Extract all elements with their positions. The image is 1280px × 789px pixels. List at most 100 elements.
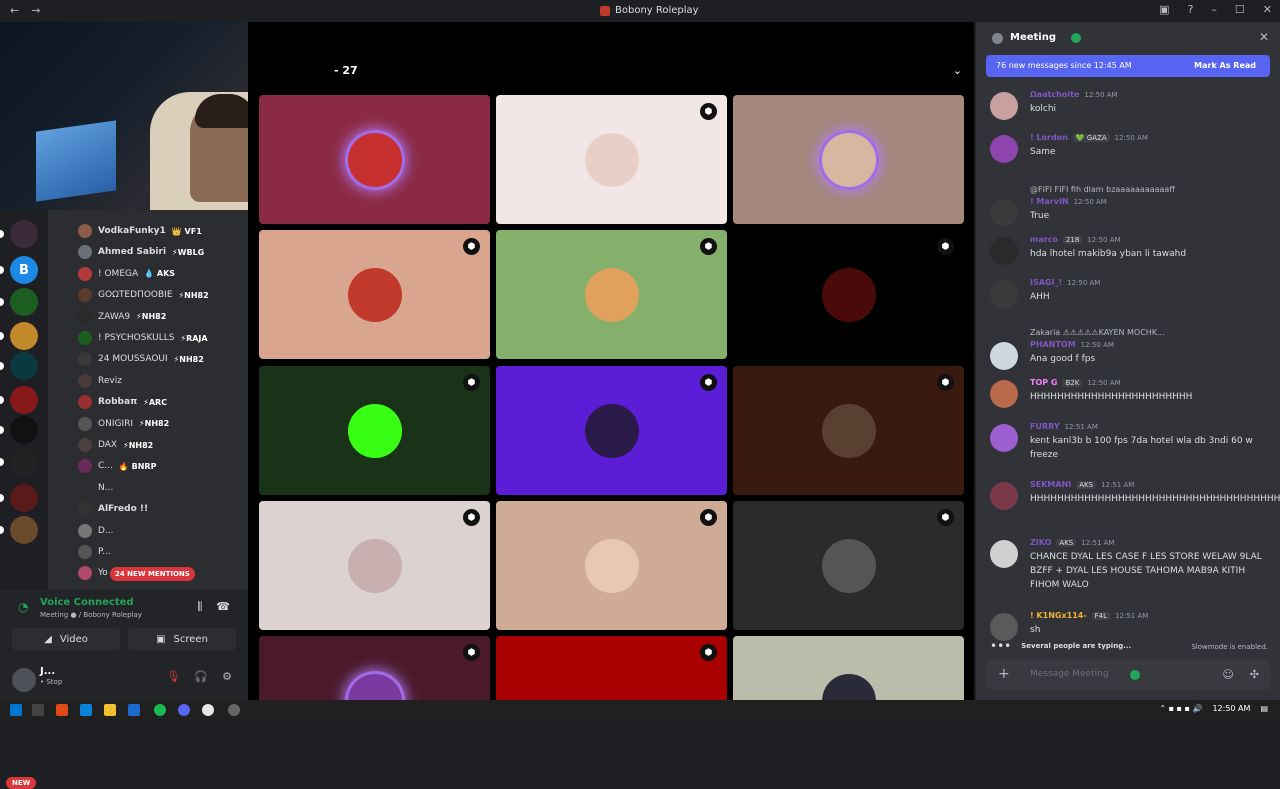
participant-tile[interactable]: ⬢ <box>733 501 964 630</box>
emoji-icon[interactable]: ☺ <box>1222 668 1233 681</box>
message-author[interactable]: SEKMANI <box>1030 480 1071 489</box>
spotify-icon[interactable] <box>154 704 166 716</box>
member-item[interactable]: P... <box>78 543 117 561</box>
tray-icons[interactable]: ⌃ ▪ ▪ ▪ 🔊 <box>1159 704 1202 713</box>
member-item[interactable]: VodkaFunky1 👑 VF1 <box>78 222 202 240</box>
participant-tile[interactable]: ⬢ <box>496 95 727 224</box>
message-author[interactable]: ! MarvIN <box>1030 197 1069 206</box>
voice-status[interactable]: Voice Connected <box>40 597 134 608</box>
participant-tile[interactable]: ⬢ <box>496 230 727 359</box>
reply-preview[interactable]: @FIFI FIFI fih dlam bzaaaaaaaaaaaff <box>1030 185 1175 194</box>
avatar[interactable] <box>12 668 36 692</box>
edge-icon[interactable] <box>80 704 92 716</box>
server-icon[interactable] <box>10 322 38 350</box>
message-author[interactable]: marco <box>1030 235 1058 244</box>
participant-tile[interactable]: ⬢ <box>259 366 490 495</box>
member-item[interactable]: ! PSYCHOSKULLS ⚡RAJA <box>78 329 208 347</box>
clock[interactable]: 12:50 AM <box>1212 704 1250 713</box>
avatar[interactable] <box>990 342 1018 370</box>
new-pill[interactable]: NEW <box>6 777 37 789</box>
member-item[interactable]: Ahmed Sabiri ⚡WBLG <box>78 243 204 261</box>
message-input[interactable]: Message Meeting <box>1030 669 1109 679</box>
plus-icon[interactable]: + <box>998 666 1010 682</box>
screen-button[interactable]: ▣ Screen <box>128 628 236 650</box>
avatar[interactable] <box>990 540 1018 568</box>
avatar[interactable] <box>990 613 1018 641</box>
member-item[interactable]: AlFredo !! <box>78 500 154 518</box>
message-author[interactable]: TOP G <box>1030 378 1057 387</box>
participant-tile[interactable]: ⬢ <box>496 366 727 495</box>
avatar[interactable] <box>990 380 1018 408</box>
member-item[interactable]: D... <box>78 522 120 540</box>
mic-muted-icon[interactable]: 🎙 <box>166 670 180 683</box>
participant-tile[interactable] <box>733 636 964 700</box>
disconnect-icon[interactable]: ☎ <box>216 600 230 614</box>
minimize-button[interactable]: – <box>1211 3 1217 16</box>
participant-tile[interactable] <box>733 95 964 224</box>
participant-tile[interactable]: ⬢ <box>733 366 964 495</box>
message-composer[interactable]: + Message Meeting ☺ ✣ <box>986 660 1271 690</box>
forward-arrow-icon[interactable]: → <box>31 4 40 17</box>
server-icon[interactable] <box>10 516 38 544</box>
member-item[interactable]: N... <box>78 479 119 497</box>
server-icon[interactable] <box>10 448 38 476</box>
avatar[interactable] <box>990 199 1018 227</box>
start-icon[interactable] <box>10 704 22 716</box>
maximize-button[interactable]: ☐ <box>1235 3 1245 16</box>
avatar[interactable] <box>990 237 1018 265</box>
discord-icon[interactable] <box>178 704 190 716</box>
member-item[interactable]: Robbaπ ⚡ARC <box>78 393 167 411</box>
close-icon[interactable]: ✕ <box>1259 30 1269 44</box>
participant-tile[interactable]: ⬢ <box>259 230 490 359</box>
message-author[interactable]: PHANTOM <box>1030 340 1076 349</box>
participant-tile[interactable]: ⬢ <box>259 501 490 630</box>
member-item[interactable]: ! OMEGA 💧 AKS <box>78 265 175 283</box>
back-arrow-icon[interactable]: ← <box>10 4 19 17</box>
server-icon[interactable]: B <box>10 256 38 284</box>
server-icon[interactable] <box>10 352 38 380</box>
participant-tile[interactable]: ⬢ <box>733 230 964 359</box>
noise-suppression-icon[interactable]: ⫼ <box>197 600 202 614</box>
chrome-icon[interactable] <box>202 704 214 716</box>
member-item[interactable]: GOΩTEDΠOOBIE ⚡NH82 <box>78 286 209 304</box>
participant-tile[interactable]: ⬢ <box>496 636 727 700</box>
chevron-down-icon[interactable]: ⌄ <box>953 64 962 77</box>
app-icon[interactable] <box>228 704 240 716</box>
avatar[interactable] <box>990 280 1018 308</box>
help-icon[interactable]: ? <box>1188 3 1194 16</box>
close-button[interactable]: ✕ <box>1263 3 1272 16</box>
apps-icon[interactable]: ✣ <box>1250 668 1259 681</box>
server-icon[interactable] <box>10 386 38 414</box>
participant-tile[interactable]: ⬢ <box>496 501 727 630</box>
member-item[interactable]: C... 🔥 BNRP <box>78 457 156 475</box>
message-author[interactable]: ! Lordon <box>1030 133 1068 142</box>
new-messages-bar[interactable]: 76 new messages since 12:45 AM Mark As R… <box>986 55 1270 77</box>
inbox-icon[interactable]: ▣ <box>1159 3 1169 16</box>
mark-as-read-button[interactable]: Mark As Read <box>1194 61 1256 70</box>
video-button[interactable]: ◢ Video <box>12 628 120 650</box>
message-author[interactable]: FURRY <box>1030 422 1060 431</box>
avatar[interactable] <box>990 135 1018 163</box>
member-item[interactable]: DAX ⚡NH82 <box>78 436 153 454</box>
server-icon[interactable] <box>10 288 38 316</box>
gear-icon[interactable]: ⚙ <box>222 670 232 683</box>
participant-tile[interactable]: ⬢ <box>259 636 490 700</box>
search-icon[interactable] <box>32 704 44 716</box>
store-icon[interactable] <box>128 704 140 716</box>
message-author[interactable]: ! K1NGx114- <box>1030 611 1087 620</box>
participant-tile[interactable] <box>259 95 490 224</box>
member-item[interactable]: Reviz <box>78 372 128 390</box>
server-icon[interactable] <box>10 484 38 512</box>
headphones-icon[interactable]: 🎧 <box>194 670 208 683</box>
avatar[interactable] <box>990 424 1018 452</box>
notifications-icon[interactable]: ▤ <box>1260 704 1268 713</box>
member-item[interactable]: 24 MOUSSAOUI ⚡NH82 <box>78 350 204 368</box>
avatar[interactable] <box>990 92 1018 120</box>
app-icon[interactable] <box>56 704 68 716</box>
reply-preview[interactable]: Zakaria ⚠⚠⚠⚠⚠KAYEN MOCHK... <box>1030 328 1165 337</box>
member-item[interactable]: ONIGIRI ⚡NH82 <box>78 415 169 433</box>
member-item[interactable]: ZAWA9 ⚡NH82 <box>78 308 166 326</box>
server-icon[interactable] <box>10 416 38 444</box>
folder-icon[interactable] <box>104 704 116 716</box>
message-author[interactable]: ZIKO <box>1030 538 1051 547</box>
